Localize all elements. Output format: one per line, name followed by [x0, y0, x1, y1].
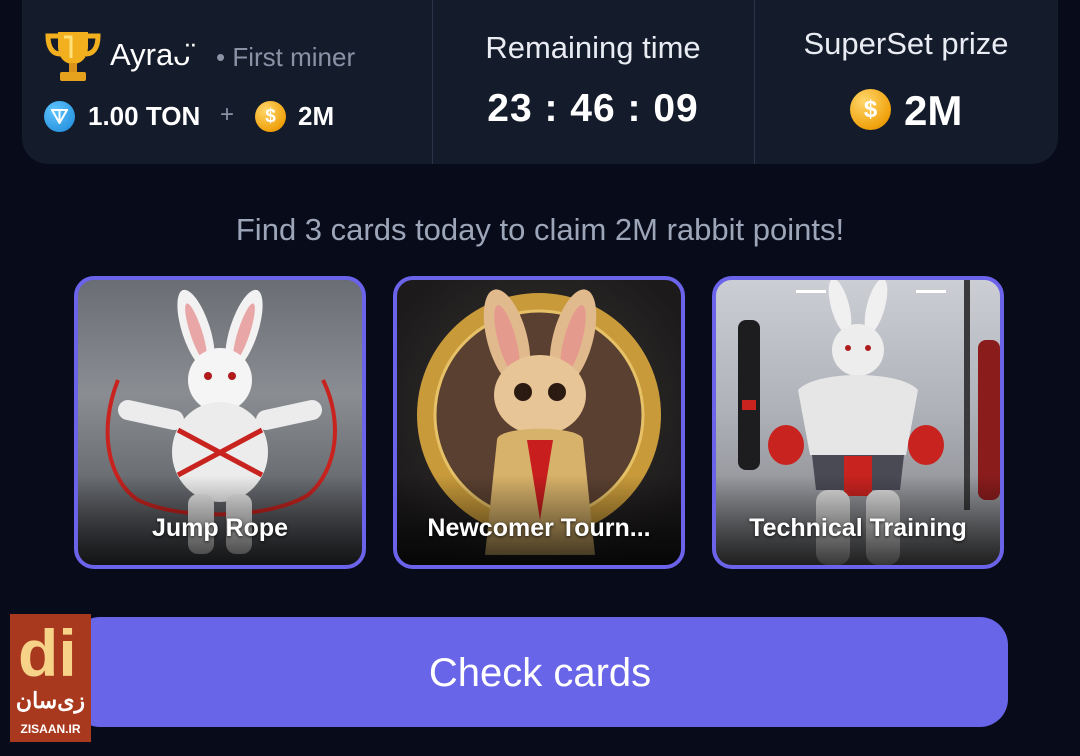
zisaan-watermark-logo: di زی‌سان ZISAAN.IR	[10, 614, 91, 742]
coin-icon: $	[850, 89, 891, 130]
remaining-time-label: Remaining time	[485, 30, 701, 65]
superset-prize-section: SuperSet prize $ 2M	[754, 0, 1058, 164]
card-title: Technical Training	[749, 514, 967, 542]
plus-sign: +	[220, 101, 235, 128]
check-cards-button[interactable]: Check cards	[72, 617, 1008, 727]
find-cards-instruction: Find 3 cards today to claim 2M rabbit po…	[235, 212, 845, 247]
watermark-url: ZISAAN.IR	[20, 722, 81, 736]
countdown-timer: 23 : 46 : 09	[487, 87, 699, 130]
card-title: Newcomer Tourn...	[427, 514, 651, 542]
miner-name: Ayraᴗ̈	[110, 37, 191, 72]
card-newcomer-tournament[interactable]: Newcomer Tourn...	[393, 276, 685, 569]
prize-label: SuperSet prize	[803, 26, 1009, 61]
miner-rank: • First miner	[216, 42, 356, 72]
ton-amount: 1.00 TON	[88, 101, 201, 131]
remaining-time-section: Remaining time 23 : 46 : 09	[432, 0, 754, 164]
watermark-fa-text: زی‌سان	[15, 688, 86, 713]
prize-amount: 2M	[904, 87, 963, 134]
card-technical-training[interactable]: Technical Training	[712, 276, 1004, 569]
ton-icon	[44, 101, 75, 132]
card-jump-rope[interactable]: Jump Rope	[74, 276, 366, 569]
trophy-icon	[45, 32, 101, 81]
watermark-mark: di	[18, 616, 77, 690]
miner-section[interactable]: Ayraᴗ̈ • First miner 1.00 TON + $ 2M	[22, 0, 432, 164]
coin-icon: $	[255, 101, 286, 132]
header-panel: Ayraᴗ̈ • First miner 1.00 TON + $ 2M Rem…	[22, 0, 1058, 164]
coin-amount: 2M	[298, 101, 335, 131]
card-title: Jump Rope	[151, 514, 289, 542]
